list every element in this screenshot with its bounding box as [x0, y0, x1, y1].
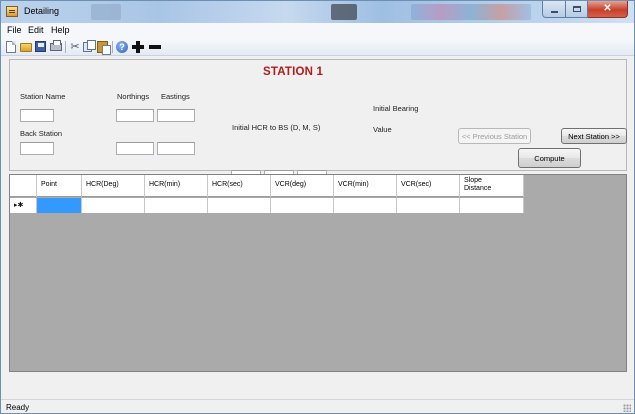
- points-grid[interactable]: Point HCR(Deg) HCR(min) HCR(sec) VCR(deg…: [9, 174, 627, 372]
- cell-hcr-sec[interactable]: [208, 198, 271, 213]
- print-icon[interactable]: [50, 40, 62, 51]
- back-station-input[interactable]: [20, 142, 54, 155]
- back-station-label: Back Station: [20, 129, 63, 138]
- next-station-button[interactable]: Next Station >>: [561, 128, 627, 144]
- station-name-input[interactable]: [20, 109, 54, 122]
- close-button[interactable]: ✕: [588, 1, 628, 18]
- title-bar-decoration: [411, 4, 531, 20]
- grid-header: Point HCR(Deg) HCR(min) HCR(sec) VCR(deg…: [10, 175, 524, 197]
- cell-vcr-min[interactable]: [334, 198, 397, 213]
- title-bar-decoration: [91, 4, 121, 20]
- cell-vcr-deg[interactable]: [271, 198, 334, 213]
- resize-grip-icon[interactable]: [623, 404, 631, 412]
- remove-icon[interactable]: [149, 41, 163, 53]
- cell-hcr-deg[interactable]: [82, 198, 145, 213]
- initial-hcr-label: Initial HCR to BS (D, M, S): [232, 123, 321, 132]
- status-bar: Ready: [1, 399, 634, 413]
- open-folder-icon[interactable]: [20, 43, 32, 52]
- window-controls: ✕: [542, 1, 628, 18]
- station-northings-input[interactable]: [116, 109, 154, 122]
- row-header[interactable]: ▸✱: [10, 198, 37, 213]
- menu-edit[interactable]: Edit: [28, 25, 44, 35]
- column-header-hcr-sec[interactable]: HCR(sec): [208, 175, 271, 197]
- eastings-label: Eastings: [161, 92, 190, 101]
- new-document-icon[interactable]: [6, 41, 16, 53]
- column-header-vcr-min[interactable]: VCR(min): [334, 175, 397, 197]
- column-header-vcr-deg[interactable]: VCR(deg): [271, 175, 334, 197]
- column-header-vcr-sec[interactable]: VCR(sec): [397, 175, 460, 197]
- station-name-label: Station Name: [20, 92, 66, 101]
- column-header-hcr-deg[interactable]: HCR(Deg): [82, 175, 145, 197]
- column-header-point[interactable]: Point: [37, 175, 82, 197]
- maximize-button[interactable]: [566, 1, 588, 18]
- column-header-slope-distance[interactable]: Slope Distance: [460, 175, 524, 197]
- column-header-hcr-min[interactable]: HCR(min): [145, 175, 208, 197]
- cell-slope-distance[interactable]: [460, 198, 524, 213]
- cut-icon[interactable]: ✂: [69, 41, 81, 53]
- previous-station-button[interactable]: << Previous Station: [458, 128, 531, 144]
- station-panel: STATION 1 Station Name Back Station Nort…: [9, 59, 627, 183]
- paste-icon[interactable]: [97, 41, 111, 55]
- toolbar: ✂ ?: [1, 38, 634, 56]
- northings-label: Northings: [117, 92, 150, 101]
- back-station-northings-input[interactable]: [116, 142, 154, 155]
- copy-icon[interactable]: [83, 40, 96, 52]
- add-icon[interactable]: [132, 41, 144, 53]
- station-eastings-input[interactable]: [157, 109, 195, 122]
- title-bar-decoration: [331, 4, 357, 20]
- status-text: Ready: [6, 403, 30, 412]
- initial-bearing-label: Initial Bearing: [373, 104, 419, 113]
- cell-vcr-sec[interactable]: [397, 198, 460, 213]
- save-icon[interactable]: [35, 41, 46, 52]
- menu-help[interactable]: Help: [51, 25, 70, 35]
- table-row[interactable]: ▸✱: [10, 198, 524, 213]
- app-icon: [6, 6, 18, 17]
- title-bar[interactable]: Detailing ✕: [1, 1, 634, 23]
- bottom-panel: [9, 375, 627, 397]
- toolbar-separator: [65, 41, 66, 53]
- close-icon: ✕: [603, 3, 612, 14]
- row-header-column: [10, 175, 37, 197]
- station-title: STATION 1: [263, 66, 324, 78]
- window-title: Detailing: [24, 6, 60, 16]
- minimize-icon: [550, 11, 558, 13]
- back-station-eastings-input[interactable]: [157, 142, 195, 155]
- minimize-button[interactable]: [542, 1, 566, 18]
- cell-hcr-min[interactable]: [145, 198, 208, 213]
- toolbar-separator: [112, 41, 113, 53]
- value-label: Value: [373, 125, 392, 134]
- detailing-window: Detailing ✕ File Edit Help ✂ ? STATION 1…: [0, 0, 635, 414]
- maximize-icon: [572, 6, 581, 12]
- compute-button[interactable]: Compute: [518, 148, 581, 168]
- new-row-icon: ▸✱: [14, 202, 24, 209]
- cell-point[interactable]: [37, 198, 82, 213]
- menu-file[interactable]: File: [7, 25, 22, 35]
- menu-bar: File Edit Help: [1, 23, 634, 38]
- help-icon[interactable]: ?: [116, 41, 128, 53]
